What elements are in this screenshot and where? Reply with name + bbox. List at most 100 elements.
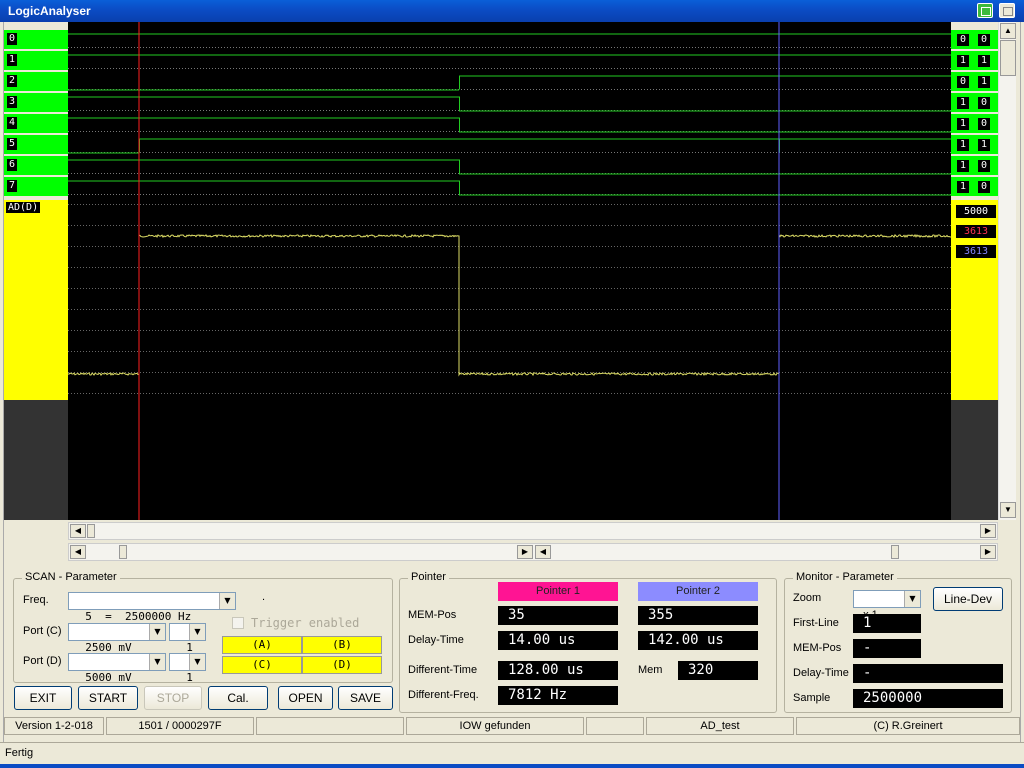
- sample-value: 2500000: [853, 689, 1003, 708]
- status-iow: IOW gefunden: [406, 717, 584, 735]
- status-id: 1501 / 0000297F: [106, 717, 254, 735]
- different-freq-label: Different-Freq.: [408, 689, 479, 701]
- monitor-delay-value: -: [853, 664, 1003, 683]
- mem-label: Mem: [638, 664, 663, 676]
- save-button[interactable]: SAVE: [338, 686, 393, 710]
- exit-button[interactable]: EXIT: [14, 686, 72, 710]
- scroll-right-icon[interactable]: ▶: [980, 524, 996, 538]
- trigger-cell-b[interactable]: (B): [302, 636, 382, 654]
- channel-label-3: 3: [4, 93, 68, 112]
- channel-values-7: 10: [951, 177, 998, 196]
- trigger-cell-a[interactable]: (A): [222, 636, 302, 654]
- horizontal-scrollbar-1[interactable]: ◀ ▶: [68, 522, 998, 540]
- restore-button[interactable]: [977, 3, 993, 18]
- status-ad: AD_test: [646, 717, 794, 735]
- analog-label: AD(D): [4, 200, 68, 400]
- scroll-left-icon[interactable]: ◀: [70, 545, 86, 559]
- trigger-cell-c[interactable]: (C): [222, 656, 302, 674]
- horizontal-scroll-thumb-1[interactable]: [87, 524, 95, 538]
- status-version: Version 1-2-018: [4, 717, 104, 735]
- freq-select[interactable]: 5 = 2500000 Hz ▼: [68, 592, 236, 623]
- channel-values-6: 10: [951, 156, 998, 175]
- port-c-multiplier-select[interactable]: 1 ▼: [169, 623, 206, 654]
- close-button[interactable]: [999, 3, 1015, 18]
- digital-traces: [68, 33, 951, 196]
- left-empty-panel: [4, 400, 68, 520]
- channel-values-3: 10: [951, 93, 998, 112]
- scroll-right-icon[interactable]: ▶: [980, 545, 996, 559]
- window-bottom-edge: [0, 764, 1024, 768]
- zoom-select[interactable]: x 1▼: [853, 590, 921, 621]
- status-empty-1: [256, 717, 404, 735]
- status-empty-2: [586, 717, 644, 735]
- analog-max-value: 5000: [956, 205, 996, 218]
- scroll-right-icon[interactable]: ▶: [517, 545, 533, 559]
- port-d-label: Port (D): [23, 655, 62, 667]
- scan-parameter-legend: SCAN - Parameter: [22, 571, 120, 583]
- channel-label-0: 0: [4, 30, 68, 49]
- cal-button[interactable]: Cal.: [208, 686, 268, 710]
- channel-label-2: 2: [4, 72, 68, 91]
- chevron-down-icon[interactable]: ▼: [904, 591, 920, 607]
- monitor-mempos-label: MEM-Pos: [793, 642, 842, 654]
- monitor-mempos-value: -: [853, 639, 921, 658]
- grid-lines: [68, 47, 951, 394]
- analog-pointer1-value: 3613: [956, 225, 996, 238]
- channel-values-5: 11: [951, 135, 998, 154]
- trigger-checkbox[interactable]: [232, 617, 244, 629]
- channel-values-4: 10: [951, 114, 998, 133]
- monitor-parameter-legend: Monitor - Parameter: [793, 571, 897, 583]
- chevron-down-icon[interactable]: ▼: [149, 624, 165, 640]
- pointer-2-delay: 142.00 us: [638, 631, 758, 650]
- sample-label: Sample: [793, 692, 831, 704]
- chevron-down-icon[interactable]: ▼: [189, 624, 205, 640]
- line-dev-button[interactable]: Line-Dev: [933, 587, 1003, 611]
- different-time-value: 128.00 us: [498, 661, 618, 680]
- pointer-2-button[interactable]: Pointer 2: [638, 582, 758, 601]
- freq-dot: .: [262, 591, 266, 603]
- pointer-legend: Pointer: [408, 571, 449, 583]
- pointer-2-mempos: 355: [638, 606, 758, 625]
- chevron-down-icon[interactable]: ▼: [219, 593, 235, 609]
- pointer-mempos-label: MEM-Pos: [408, 609, 457, 621]
- waveform-plot[interactable]: [68, 22, 951, 520]
- channel-label-6: 6: [4, 156, 68, 175]
- browser-status-bar: Fertig: [0, 742, 1024, 764]
- pointer-delay-label: Delay-Time: [408, 634, 464, 646]
- channel-values-2: 01: [951, 72, 998, 91]
- channel-label-7: 7: [4, 177, 68, 196]
- range-end-thumb[interactable]: [891, 545, 899, 559]
- channel-label-4: 4: [4, 114, 68, 133]
- stop-button[interactable]: STOP: [144, 686, 202, 710]
- horizontal-scrollbar-2[interactable]: ◀ ▶ ◀ ▶: [68, 543, 998, 561]
- port-c-label: Port (C): [23, 625, 62, 637]
- analog-trace: [68, 233, 951, 377]
- monitor-delay-label: Delay-Time: [793, 667, 849, 679]
- pointer-1-button[interactable]: Pointer 1: [498, 582, 618, 601]
- scroll-up-icon[interactable]: ▲: [1000, 23, 1016, 39]
- chevron-down-icon[interactable]: ▼: [149, 654, 165, 670]
- start-button[interactable]: START: [78, 686, 138, 710]
- channel-label-5: 5: [4, 135, 68, 154]
- range-start-thumb[interactable]: [119, 545, 127, 559]
- different-time-label: Different-Time: [408, 664, 478, 676]
- scroll-left-icon[interactable]: ◀: [70, 524, 86, 538]
- zoom-label: Zoom: [793, 592, 822, 604]
- trigger-cell-d[interactable]: (D): [302, 656, 382, 674]
- port-d-voltage-select[interactable]: 5000 mV ▼: [68, 653, 166, 684]
- right-empty-panel: [951, 400, 998, 520]
- open-button[interactable]: OPEN: [278, 686, 333, 710]
- freq-label: Freq.: [23, 594, 49, 606]
- browser-status-text: Fertig: [5, 747, 34, 759]
- vertical-scrollbar[interactable]: ▲ ▼: [998, 22, 1016, 520]
- chevron-down-icon[interactable]: ▼: [189, 654, 205, 670]
- scroll-left-icon[interactable]: ◀: [535, 545, 551, 559]
- channel-values-1: 11: [951, 51, 998, 70]
- title-bar: LogicAnalyser: [0, 0, 1024, 22]
- scroll-down-icon[interactable]: ▼: [1000, 502, 1016, 518]
- port-d-multiplier-select[interactable]: 1 ▼: [169, 653, 206, 684]
- port-c-voltage-select[interactable]: 2500 mV ▼: [68, 623, 166, 654]
- vertical-scroll-thumb[interactable]: [1000, 40, 1016, 76]
- pointer-1-mempos: 35: [498, 606, 618, 625]
- channel-label-1: 1: [4, 51, 68, 70]
